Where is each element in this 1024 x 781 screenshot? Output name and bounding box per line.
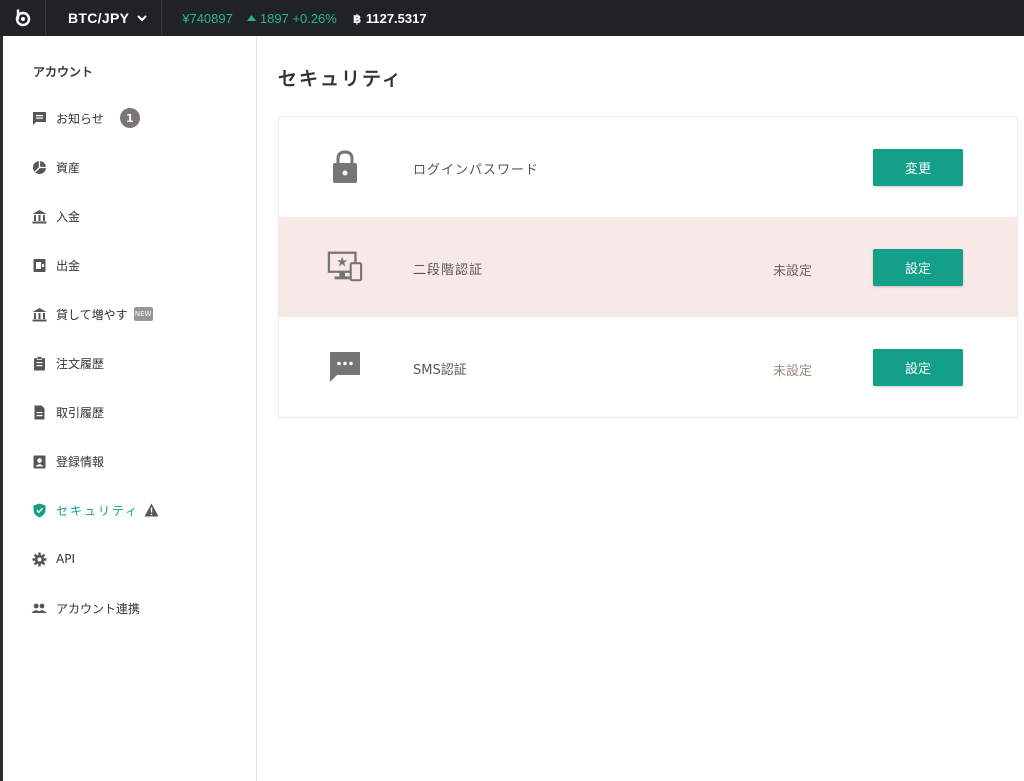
sidebar-item-label: 取引履歴 <box>56 405 105 420</box>
top-bar: BTC/JPY ¥740897 1897 +0.26% ฿ 1127.5317 <box>0 0 1024 36</box>
profile-icon <box>31 453 47 469</box>
bitcoin-icon: ฿ <box>353 12 361 25</box>
sidebar-item-withdraw[interactable]: 出金 <box>31 255 80 275</box>
assets-icon <box>31 159 47 175</box>
withdraw-icon <box>31 257 47 273</box>
security-row-2fa: 二段階認証 未設定 設定 <box>279 217 1017 317</box>
security-panel: ログインパスワード 変更 二段階認証 未設定 設定 SMS認証 未設定 設定 <box>278 116 1018 418</box>
change-password-button[interactable]: 変更 <box>873 149 963 186</box>
shield-icon <box>31 502 47 518</box>
row-status: 未設定 <box>773 264 813 279</box>
ticker-change-value: 1897 +0.26% <box>259 10 337 26</box>
ticker-btc-value: 1127.5317 <box>365 10 427 26</box>
lock-icon <box>327 149 363 185</box>
setup-2fa-button[interactable]: 設定 <box>873 249 963 286</box>
sidebar-title: アカウント <box>33 65 94 79</box>
bank-icon <box>31 208 47 224</box>
sidebar-item-label: 注文履歴 <box>56 356 105 371</box>
row-label: SMS認証 <box>413 363 467 378</box>
sidebar-item-assets[interactable]: 資産 <box>31 157 80 177</box>
document-icon <box>31 404 47 420</box>
pair-selector[interactable]: BTC/JPY <box>46 0 163 36</box>
warning-icon <box>143 502 159 518</box>
sidebar-item-label: 入金 <box>56 209 81 224</box>
sidebar-item-notices[interactable]: お知らせ 1 <box>31 108 140 128</box>
sidebar-item-label: 資産 <box>56 160 81 175</box>
sms-icon <box>327 349 363 385</box>
ticker-price: ¥740897 <box>182 10 233 26</box>
sidebar-item-label: アカウント連携 <box>56 601 141 616</box>
row-label: 二段階認証 <box>413 263 484 278</box>
sidebar: アカウント お知らせ 1 資産 入金 出金 貸して増やす NEW 注文履歴 取引… <box>0 36 257 781</box>
security-row-sms: SMS認証 未設定 設定 <box>279 317 1017 417</box>
notification-badge: 1 <box>119 108 140 128</box>
sidebar-item-lending[interactable]: 貸して増やす NEW <box>31 304 153 324</box>
ticker-btc: ฿ 1127.5317 <box>353 11 427 26</box>
sidebar-item-account-link[interactable]: アカウント連携 <box>31 598 140 618</box>
bank-icon <box>31 306 47 322</box>
logo-icon <box>15 9 30 27</box>
sidebar-item-order-history[interactable]: 注文履歴 <box>31 353 104 373</box>
pair-label: BTC/JPY <box>68 10 130 26</box>
sidebar-item-label: お知らせ <box>56 111 104 126</box>
sidebar-item-label: セキュリティ <box>56 503 140 518</box>
main-content: セキュリティ ログインパスワード 変更 二段階認証 未設定 設定 SMS認証 未… <box>258 36 1024 781</box>
setup-sms-button[interactable]: 設定 <box>873 349 963 386</box>
row-label: ログインパスワード <box>413 163 540 178</box>
logo[interactable] <box>0 0 46 36</box>
people-icon <box>31 600 47 616</box>
sidebar-item-label: 登録情報 <box>56 454 105 469</box>
sidebar-item-security[interactable]: セキュリティ <box>31 500 168 520</box>
svg-text:฿: ฿ <box>353 12 361 25</box>
up-arrow-icon <box>246 15 256 21</box>
notice-icon <box>31 110 47 126</box>
chevron-down-icon <box>137 14 147 21</box>
sidebar-item-trade-history[interactable]: 取引履歴 <box>31 402 104 422</box>
row-status: 未設定 <box>773 364 813 379</box>
clipboard-icon <box>31 355 47 371</box>
device-icon <box>327 249 363 285</box>
sidebar-item-profile[interactable]: 登録情報 <box>31 451 104 471</box>
gear-icon <box>31 551 47 567</box>
security-row-password: ログインパスワード 変更 <box>279 117 1017 217</box>
sidebar-item-label: API <box>56 552 75 566</box>
sidebar-item-deposit[interactable]: 入金 <box>31 206 80 226</box>
ticker-change: 1897 +0.26% <box>246 10 337 26</box>
page-title: セキュリティ <box>278 68 403 90</box>
ticker: ¥740897 1897 +0.26% ฿ 1127.5317 <box>182 11 426 26</box>
sidebar-item-label: 貸して増やす <box>56 307 128 322</box>
sidebar-item-label: 出金 <box>56 258 81 273</box>
sidebar-item-api[interactable]: API <box>31 549 75 569</box>
new-tag: NEW <box>133 307 153 321</box>
